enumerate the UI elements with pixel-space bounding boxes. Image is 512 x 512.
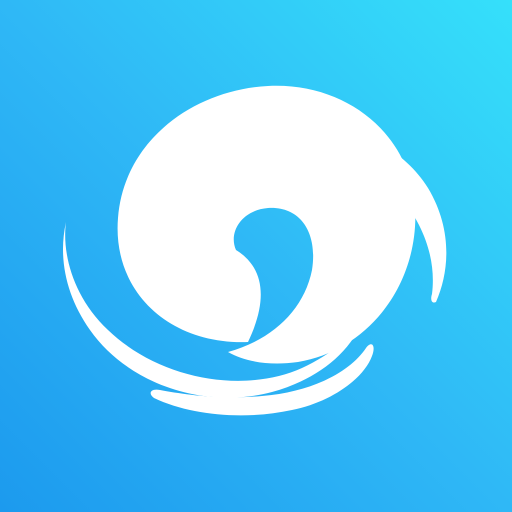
app-icon-graphic (0, 0, 512, 512)
app-icon (0, 0, 512, 512)
